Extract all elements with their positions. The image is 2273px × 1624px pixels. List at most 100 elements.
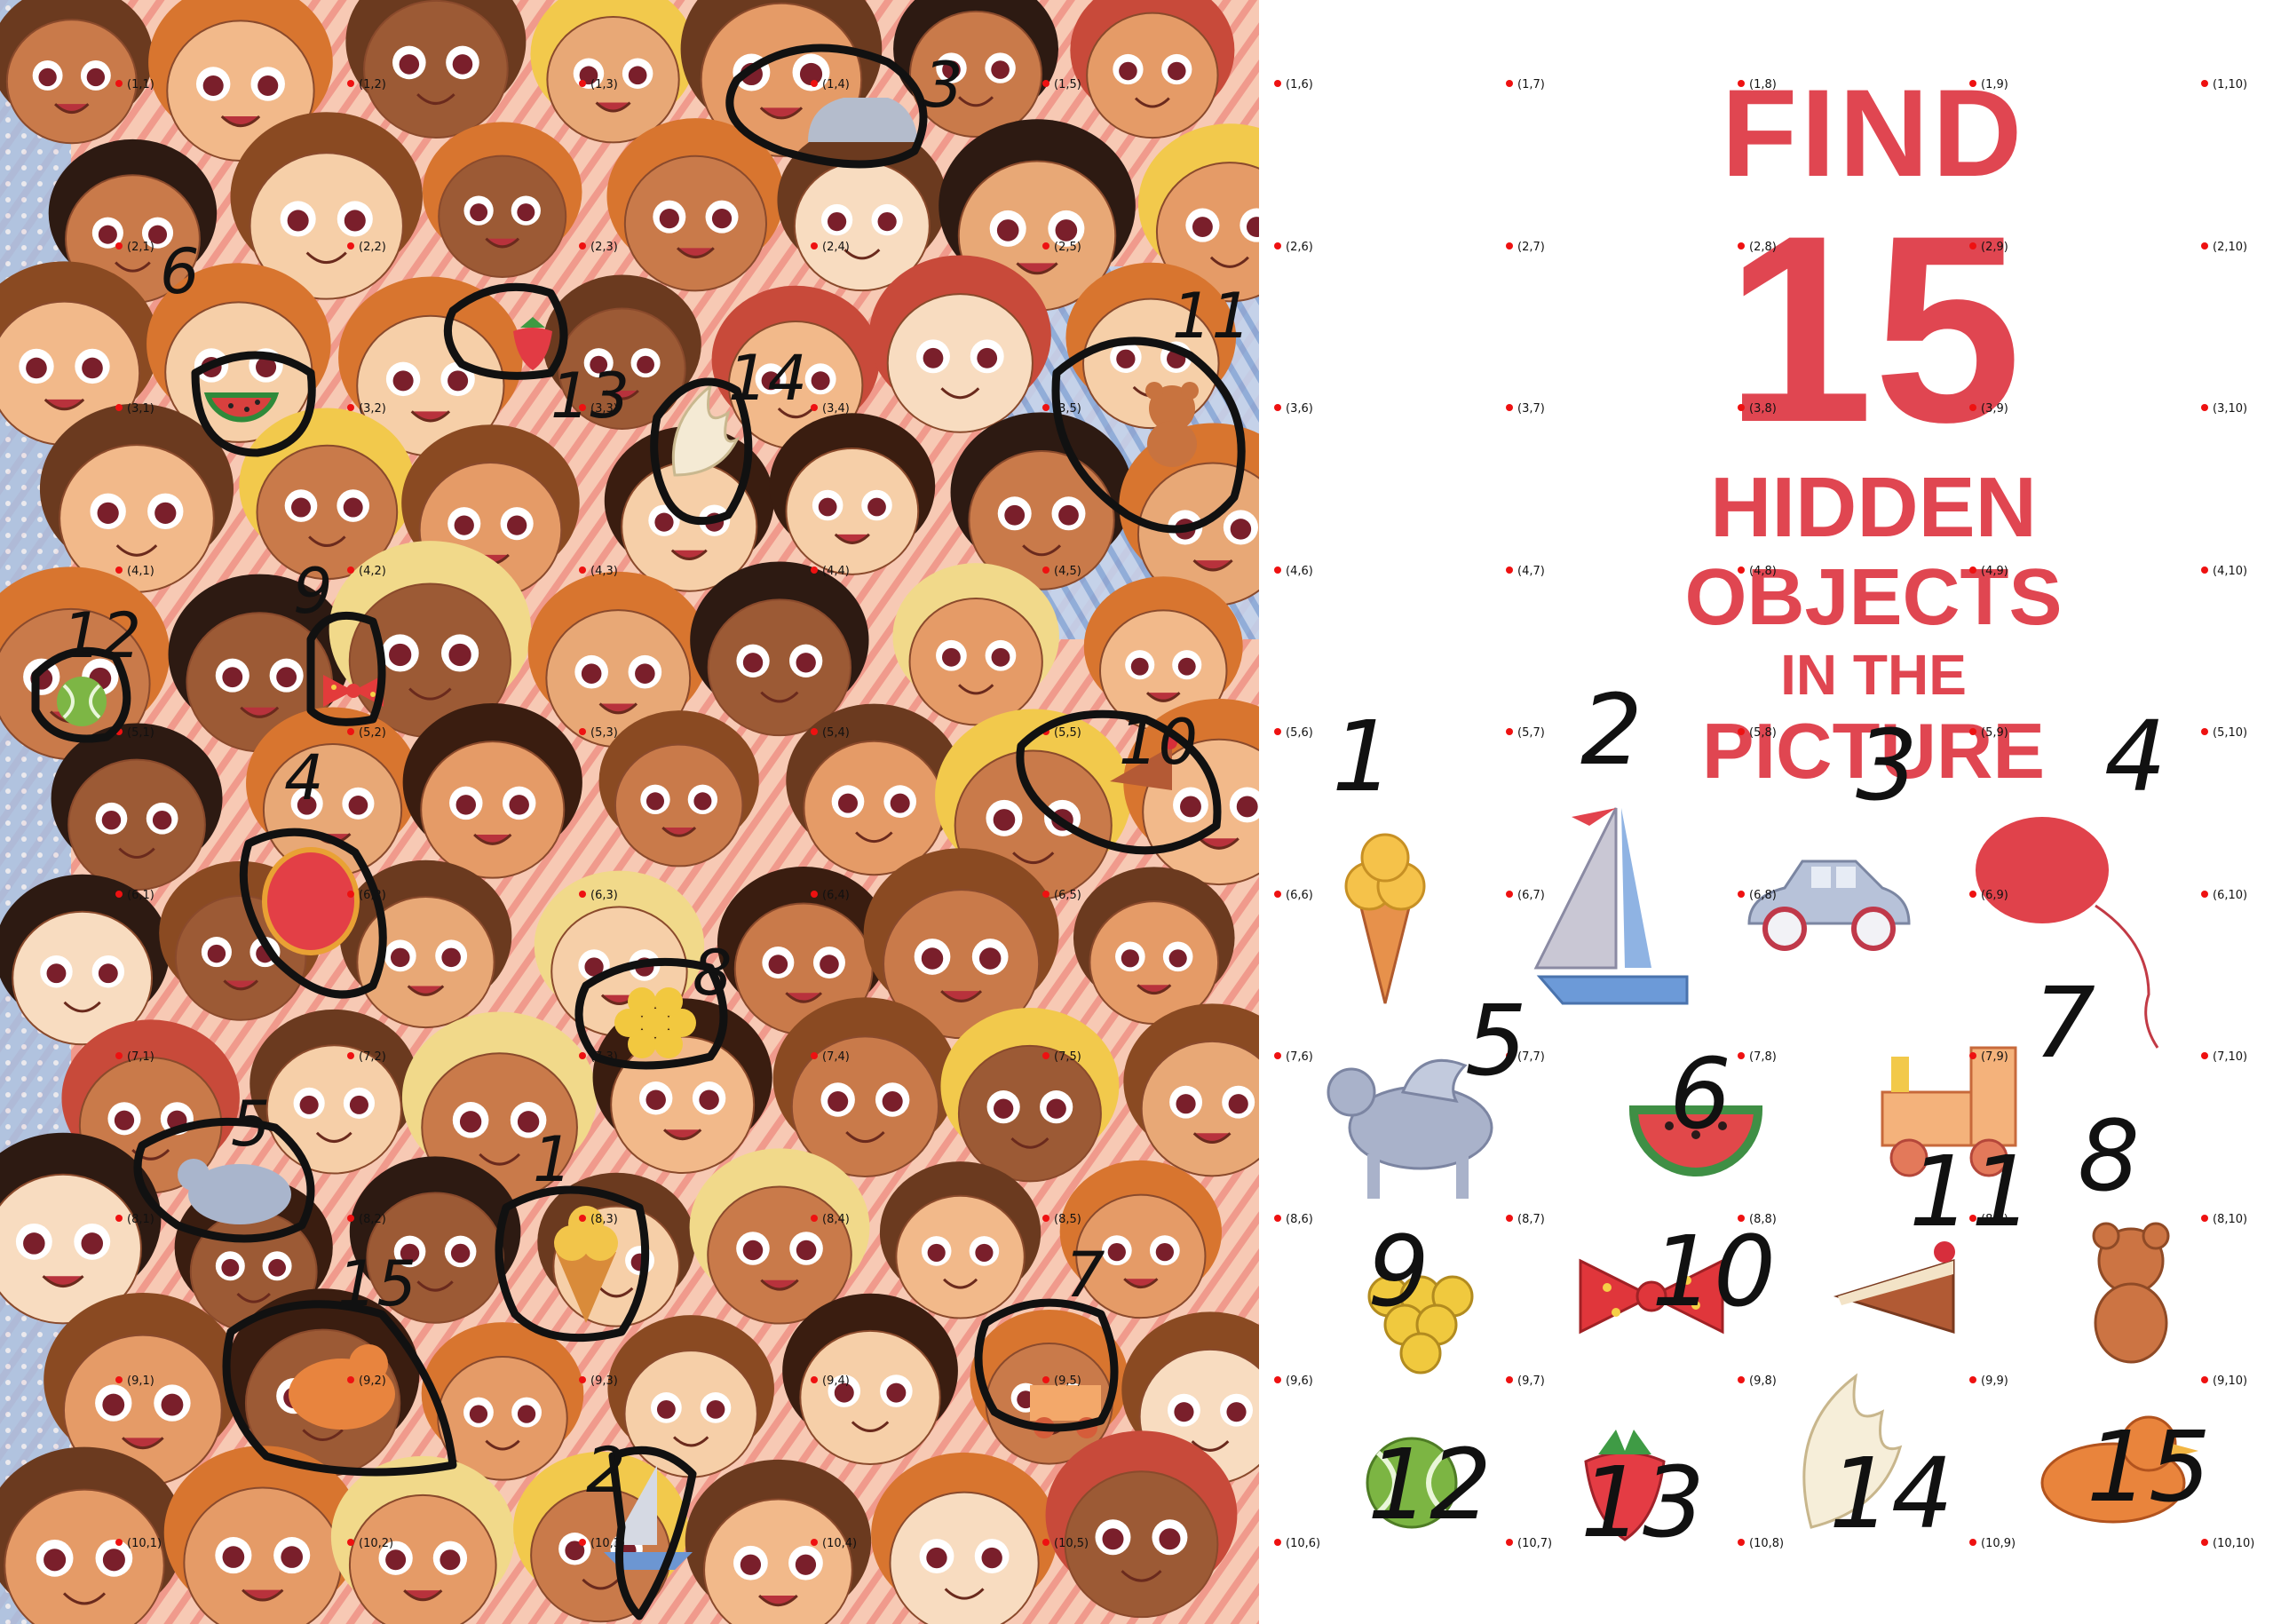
grid-coordinate: (6,9) [1969, 888, 2008, 902]
puzzle-canvas: FIND 15 HIDDEN OBJECTS IN THE PICTURE (1… [0, 0, 2273, 1624]
grid-coordinate: (5,4) [811, 726, 850, 740]
child-face [871, 1452, 1058, 1624]
grid-coordinate: (5,7) [1506, 726, 1545, 740]
grid-coordinate: (7,3) [579, 1050, 618, 1064]
grid-coordinate: (8,7) [1506, 1212, 1545, 1226]
grid-coordinate: (9,1) [115, 1374, 154, 1388]
grid-coordinate: (4,6) [1274, 564, 1313, 578]
toy-train-icon[interactable] [1881, 1046, 2017, 1177]
grid-coordinate: (2,1) [115, 240, 154, 254]
grid-coordinate: (1,2) [347, 78, 386, 91]
teddy-bear-icon[interactable] [2092, 1222, 2170, 1364]
watermelon-slice-icon[interactable] [1628, 1105, 1763, 1176]
grid-coordinate: (9,5) [1042, 1374, 1081, 1388]
flying-horse-icon[interactable] [1327, 1058, 1493, 1199]
ice-cream-cone-icon[interactable] [1344, 833, 1426, 1004]
grid-coordinate: (4,5) [1042, 564, 1081, 578]
grid-coordinate: (6,5) [1042, 888, 1081, 902]
grid-coordinate: (8,2) [347, 1212, 386, 1226]
grid-coordinate: (8,8) [1738, 1212, 1777, 1226]
grid-coordinate: (8,4) [811, 1212, 850, 1226]
grapes-icon[interactable] [1367, 1275, 1474, 1374]
grid-coordinate: (6,10) [2200, 888, 2248, 902]
grid-coordinate: (5,8) [1738, 726, 1777, 740]
sailboat-icon[interactable] [1533, 807, 1689, 1005]
grid-coordinate: (8,5) [1042, 1212, 1081, 1226]
grid-coordinate: (8,10) [2200, 1212, 2248, 1226]
grid-coordinate: (1,9) [1969, 78, 2008, 91]
grid-coordinate: (3,6) [1274, 402, 1313, 416]
grid-coordinate: (4,2) [347, 564, 386, 578]
hidden-balloon [262, 847, 360, 955]
grid-coordinate: (9,8) [1738, 1374, 1777, 1388]
grid-coordinate: (6,4) [811, 888, 850, 902]
grid-coordinate: (2,10) [2200, 240, 2248, 254]
toy-car-icon[interactable] [1747, 860, 1911, 951]
grid-coordinate: (2,3) [579, 240, 618, 254]
grid-coordinate: (7,6) [1274, 1050, 1313, 1064]
grid-coordinate: (7,8) [1738, 1050, 1777, 1064]
grid-coordinate: (1,4) [811, 78, 850, 91]
grid-coordinate: (10,2) [346, 1536, 394, 1550]
grid-coordinate: (3,2) [347, 402, 386, 416]
grid-coordinate: (1,10) [2200, 78, 2248, 91]
grid-coordinate: (8,3) [579, 1212, 618, 1226]
grid-coordinate: (1,1) [115, 78, 154, 91]
tennis-ball-icon[interactable] [1366, 1437, 1458, 1529]
grid-coordinate: (1,5) [1042, 78, 1081, 91]
grid-coordinate: (6,7) [1506, 888, 1545, 902]
grid-coordinate: (2,8) [1738, 240, 1777, 254]
grid-coordinate: (3,5) [1042, 402, 1081, 416]
grid-coordinate: (10,7) [1505, 1536, 1553, 1550]
grid-coordinate: (7,5) [1042, 1050, 1081, 1064]
grid-coordinate: (5,9) [1969, 726, 2008, 740]
grid-coordinate: (10,8) [1737, 1536, 1785, 1550]
grid-coordinate: (5,6) [1274, 726, 1313, 740]
grid-coordinate: (1,6) [1274, 78, 1313, 91]
grid-coordinate: (10,1) [115, 1536, 162, 1550]
grid-coordinate: (4,3) [579, 564, 618, 578]
grid-coordinate: (10,5) [1041, 1536, 1089, 1550]
grid-coordinate: (3,3) [579, 402, 618, 416]
grid-coordinate: (10,4) [810, 1536, 858, 1550]
grid-coordinate: (5,5) [1042, 726, 1081, 740]
rubber-duck-icon[interactable] [2040, 1415, 2198, 1524]
grid-coordinate: (6,2) [347, 888, 386, 902]
grid-coordinate: (1,7) [1506, 78, 1545, 91]
grid-coordinate: (10,6) [1273, 1536, 1321, 1550]
grid-coordinate: (3,8) [1738, 402, 1777, 416]
grid-coordinate: (6,8) [1738, 888, 1777, 902]
grid-coordinate: (2,6) [1274, 240, 1313, 254]
cake-slice-icon[interactable] [1833, 1241, 1955, 1335]
grid-coordinate: (4,9) [1969, 564, 2008, 578]
grid-coordinate: (3,1) [115, 402, 154, 416]
grid-coordinate: (4,10) [2200, 564, 2248, 578]
grid-coordinate: (6,3) [579, 888, 618, 902]
grid-coordinate: (7,4) [811, 1050, 850, 1064]
grid-coordinate: (2,9) [1969, 240, 2008, 254]
grid-coordinate: (4,8) [1738, 564, 1777, 578]
grid-coordinate: (2,5) [1042, 240, 1081, 254]
strawberry-icon[interactable] [1584, 1430, 1666, 1541]
grid-coordinate: (4,4) [811, 564, 850, 578]
grid-coordinate: (9,6) [1274, 1374, 1313, 1388]
wing-icon[interactable] [1802, 1373, 1903, 1529]
grid-coordinate: (9,10) [2200, 1374, 2248, 1388]
grid-coordinate: (7,9) [1969, 1050, 2008, 1064]
grid-coordinate: (8,6) [1274, 1212, 1313, 1226]
grid-coordinate: (8,1) [115, 1212, 154, 1226]
grid-coordinate: (9,4) [811, 1374, 850, 1388]
grid-coordinate: (1,3) [579, 78, 618, 91]
bow-tie-icon[interactable] [1579, 1258, 1724, 1335]
grid-coordinate: (4,1) [115, 564, 154, 578]
grid-coordinate: (6,1) [115, 888, 154, 902]
grid-coordinate: (8,9) [1969, 1212, 2008, 1226]
grid-coordinate: (3,7) [1506, 402, 1545, 416]
grid-coordinate: (10,9) [1968, 1536, 2016, 1550]
grid-coordinate: (6,6) [1274, 888, 1313, 902]
red-balloon-icon[interactable] [1976, 817, 2159, 1049]
grid-coordinate: (9,2) [347, 1374, 386, 1388]
grid-coordinate: (3,9) [1969, 402, 2008, 416]
grid-coordinate: (2,7) [1506, 240, 1545, 254]
hidden-tennis-ball [57, 677, 107, 726]
